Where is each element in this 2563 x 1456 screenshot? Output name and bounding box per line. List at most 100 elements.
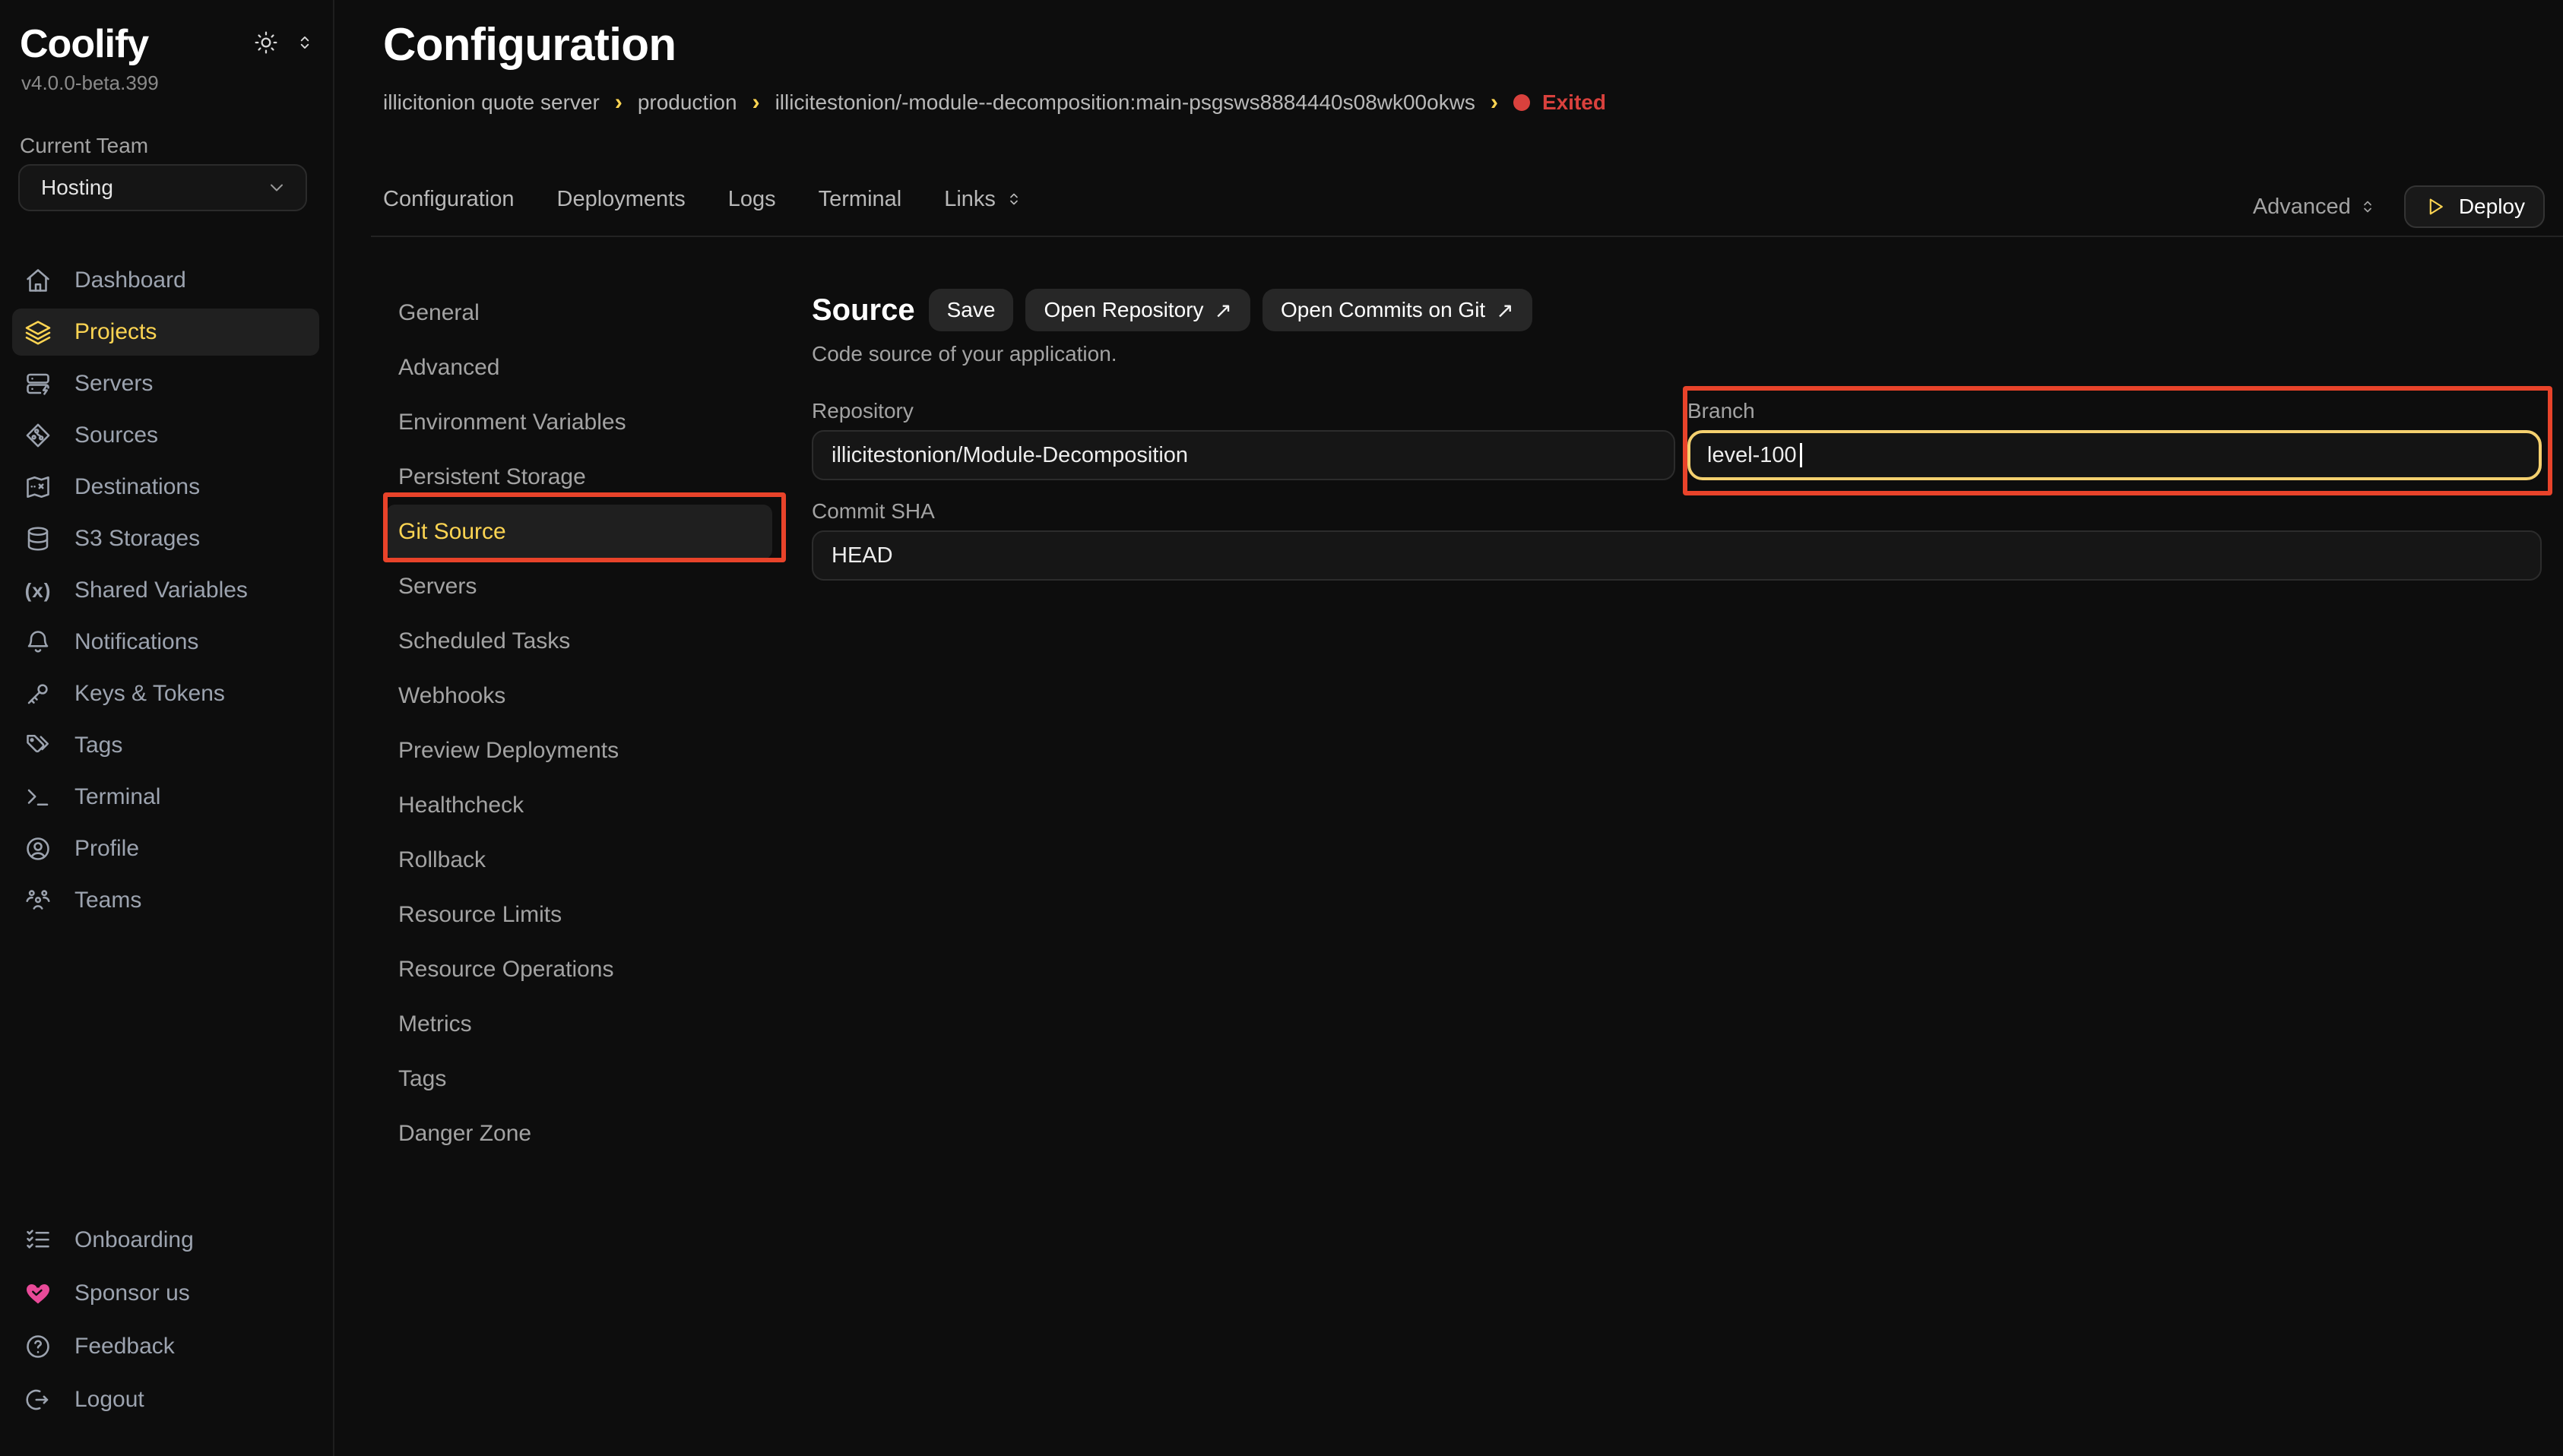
sidebar-item-s3-storages[interactable]: S3 Storages — [12, 515, 319, 562]
play-icon — [2424, 195, 2447, 218]
tab-bar: Configuration Deployments Logs Terminal … — [383, 178, 1023, 220]
save-button[interactable]: Save — [929, 289, 1014, 331]
sidebar-item-shared-variables[interactable]: (x) Shared Variables — [12, 567, 319, 614]
server-icon — [24, 370, 52, 397]
branch-input[interactable]: level-100 — [1687, 430, 2542, 480]
sidebar-item-sources[interactable]: Sources — [12, 412, 319, 459]
open-commits-button[interactable]: Open Commits on Git ↗ — [1262, 289, 1532, 331]
sidebar-item-label: Tags — [74, 733, 122, 758]
source-form-grid: Repository illicitestonion/Module-Decomp… — [812, 400, 2542, 581]
breadcrumb: illicitonion quote server › production ›… — [383, 90, 1606, 116]
subnav-git-source-label: Git Source — [398, 519, 506, 545]
repository-input[interactable]: illicitestonion/Module-Decomposition — [812, 430, 1675, 480]
open-repository-button[interactable]: Open Repository ↗ — [1025, 289, 1250, 331]
commit-sha-input[interactable]: HEAD — [812, 530, 2542, 581]
help-circle-icon — [24, 1333, 52, 1360]
source-section: Source Save Open Repository ↗ Open Commi… — [812, 289, 2542, 581]
open-commits-label: Open Commits on Git — [1281, 298, 1485, 322]
sidebar-item-servers[interactable]: Servers — [12, 360, 319, 407]
repository-label: Repository — [812, 400, 1675, 423]
subnav-rollback[interactable]: Rollback — [386, 833, 772, 888]
theme-toggle-sun-icon[interactable] — [254, 30, 278, 55]
subnav-danger-zone[interactable]: Danger Zone — [386, 1106, 772, 1161]
key-icon — [24, 680, 52, 707]
team-select[interactable]: Hosting — [18, 164, 307, 211]
theme-selector-icon[interactable] — [295, 33, 315, 52]
sidebar-item-label: Sources — [74, 423, 158, 448]
tab-logs[interactable]: Logs — [728, 187, 776, 212]
heart-icon — [24, 1280, 52, 1307]
subnav-tags[interactable]: Tags — [386, 1052, 772, 1106]
git-source-icon — [24, 422, 52, 449]
subnav-general[interactable]: General — [386, 286, 772, 340]
commit-sha-value: HEAD — [832, 543, 893, 568]
subnav-metrics[interactable]: Metrics — [386, 997, 772, 1052]
sidebar-item-label: Shared Variables — [74, 578, 248, 603]
sidebar-item-label: Projects — [74, 319, 157, 345]
sidebar-item-label: Destinations — [74, 474, 200, 500]
top-actions: Advanced Deploy — [2253, 185, 2545, 228]
commit-sha-label: Commit SHA — [812, 500, 2542, 523]
subnav-servers[interactable]: Servers — [386, 559, 772, 614]
sidebar-item-destinations[interactable]: Destinations — [12, 464, 319, 511]
sidebar-item-label: Servers — [74, 371, 153, 397]
page-title: Configuration — [383, 18, 676, 71]
breadcrumb-project[interactable]: illicitonion quote server — [383, 90, 600, 115]
sidebar-item-teams[interactable]: Teams — [12, 877, 319, 924]
sidebar-item-sponsor[interactable]: Sponsor us — [12, 1269, 319, 1318]
subnav-environment-variables[interactable]: Environment Variables — [386, 395, 772, 450]
sidebar-item-onboarding[interactable]: Onboarding — [12, 1216, 319, 1265]
team-select-value: Hosting — [41, 176, 113, 200]
breadcrumb-environment[interactable]: production — [638, 90, 737, 115]
home-icon — [24, 267, 52, 294]
deploy-label: Deploy — [2459, 195, 2525, 219]
subnav-resource-operations[interactable]: Resource Operations — [386, 942, 772, 997]
tab-deployments[interactable]: Deployments — [557, 187, 686, 212]
sidebar-item-dashboard[interactable]: Dashboard — [12, 257, 319, 304]
main-content: Configuration illicitonion quote server … — [334, 0, 2563, 1456]
sidebar-item-label: Onboarding — [74, 1227, 194, 1253]
sidebar-item-logout[interactable]: Logout — [12, 1375, 319, 1424]
tab-terminal[interactable]: Terminal — [819, 187, 902, 212]
subnav-webhooks[interactable]: Webhooks — [386, 669, 772, 723]
sidebar-item-feedback[interactable]: Feedback — [12, 1322, 319, 1371]
shared-variables-icon: (x) — [24, 577, 52, 604]
source-heading: Source — [812, 293, 915, 328]
sidebar-item-notifications[interactable]: Notifications — [12, 619, 319, 666]
selector-icon — [1005, 190, 1023, 208]
tabs-divider — [371, 236, 2563, 237]
advanced-dropdown[interactable]: Advanced — [2253, 195, 2377, 220]
tab-links[interactable]: Links — [944, 187, 1023, 212]
subnav-healthcheck[interactable]: Healthcheck — [386, 778, 772, 833]
sidebar-item-label: Teams — [74, 888, 141, 913]
text-caret — [1800, 443, 1802, 467]
subnav-resource-limits[interactable]: Resource Limits — [386, 888, 772, 942]
sidebar-item-label: S3 Storages — [74, 526, 200, 552]
sidebar-item-keys-tokens[interactable]: Keys & Tokens — [12, 670, 319, 717]
database-icon — [24, 525, 52, 552]
sidebar-item-tags[interactable]: Tags — [12, 722, 319, 769]
breadcrumb-resource[interactable]: illicitestonion/-module--decomposition:m… — [775, 90, 1475, 115]
external-link-icon: ↗ — [1496, 298, 1513, 323]
chevron-right-icon: › — [752, 90, 760, 116]
deploy-button[interactable]: Deploy — [2404, 185, 2545, 228]
branch-label: Branch — [1687, 400, 2542, 423]
sidebar-item-projects[interactable]: Projects — [12, 309, 319, 356]
branch-value: level-100 — [1707, 443, 1797, 468]
subnav-persistent-storage[interactable]: Persistent Storage — [386, 450, 772, 505]
tab-links-label: Links — [944, 187, 996, 212]
sidebar-item-label: Keys & Tokens — [74, 681, 225, 707]
chevron-down-icon — [266, 177, 287, 198]
subnav-preview-deployments[interactable]: Preview Deployments — [386, 723, 772, 778]
app-version: v4.0.0-beta.399 — [21, 71, 159, 95]
sidebar-item-terminal[interactable]: Terminal — [12, 774, 319, 821]
app-logo[interactable]: Coolify — [20, 21, 148, 67]
sidebar-item-label: Sponsor us — [74, 1280, 190, 1306]
sidebar-item-label: Dashboard — [74, 267, 186, 293]
subnav-git-source[interactable]: Git Source — [386, 505, 772, 559]
subnav-scheduled-tasks[interactable]: Scheduled Tasks — [386, 614, 772, 669]
subnav-advanced[interactable]: Advanced — [386, 340, 772, 395]
sidebar-item-profile[interactable]: Profile — [12, 825, 319, 872]
tab-configuration[interactable]: Configuration — [383, 187, 515, 212]
map-icon — [24, 473, 52, 501]
